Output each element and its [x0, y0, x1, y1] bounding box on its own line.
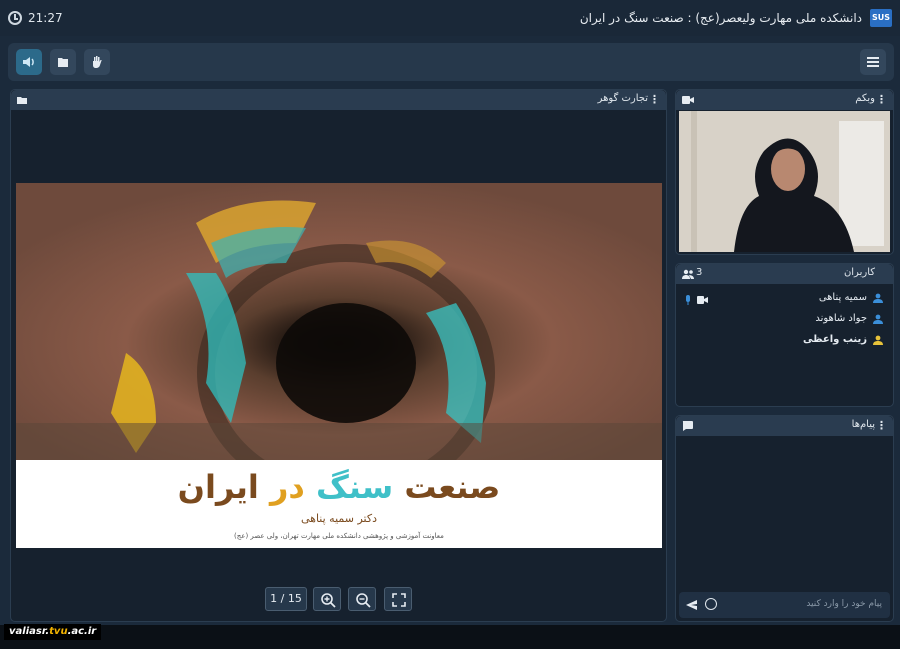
zoom-in-icon — [321, 593, 336, 608]
share-icon — [58, 58, 68, 67]
messages-options-icon[interactable]: ⋮ — [876, 419, 887, 432]
university-logo: SUS — [870, 9, 892, 27]
send-icon[interactable] — [686, 600, 697, 610]
user-icon — [873, 293, 883, 303]
user-name: زینب واعظی — [803, 334, 867, 345]
messages-panel: پیام‌ها ⋮ پیام خود را وارد کنید — [675, 415, 894, 622]
watermark-suffix: .ac.ir — [67, 626, 97, 637]
zoom-out-icon — [356, 593, 371, 608]
webcam-panel: وبکم ⋮ — [675, 89, 894, 255]
microphone-icon[interactable] — [685, 295, 691, 305]
page-indicator: 1 / 15 — [265, 587, 307, 611]
message-input-placeholder: پیام خود را وارد کنید — [806, 599, 882, 609]
users-count: 3 — [696, 267, 703, 278]
heading-word: ایران — [177, 468, 259, 506]
raise-hand-icon — [93, 56, 102, 68]
site-watermark: valiasr.tvu.ac.ir — [4, 624, 102, 640]
session-clock: 21:27 — [28, 11, 63, 25]
menu-icon — [867, 57, 879, 67]
speaker-icon — [23, 57, 34, 67]
user-name: سمیه پناهی — [818, 292, 867, 303]
clock-icon — [8, 11, 22, 25]
slide-heading: صنعت سنگ در ایران — [16, 468, 662, 506]
raise-hand-button[interactable] — [84, 49, 110, 75]
slide-caption-area: صنعت سنگ در ایران دکتر سمیه پناهی معاونت… — [16, 460, 662, 548]
presentation-header: تجارت گوهر ⋮ — [11, 90, 666, 110]
folder-icon[interactable] — [17, 95, 27, 105]
menu-button[interactable] — [860, 49, 886, 75]
heading-word: در — [269, 468, 305, 506]
chat-icon — [682, 421, 693, 431]
speaker-button[interactable] — [16, 49, 42, 75]
webcam-header: وبکم ⋮ — [676, 90, 893, 110]
room-title: دانشکده ملی مهارت ولیعصر(عج) : صنعت سنگ … — [579, 11, 862, 25]
webcam-title: وبکم — [855, 93, 875, 104]
presentation-options-icon[interactable]: ⋮ — [649, 93, 660, 106]
message-input[interactable]: پیام خود را وارد کنید — [679, 592, 890, 618]
users-panel: 3 کاربران سمیه پناهی جواد شاهوند زینب وا… — [675, 263, 894, 407]
user-icon — [873, 314, 883, 324]
users-icon — [682, 269, 694, 279]
zoom-in-button[interactable] — [313, 587, 341, 611]
share-button[interactable] — [50, 49, 76, 75]
video-camera-icon[interactable] — [697, 296, 708, 304]
fullscreen-button[interactable] — [384, 587, 412, 611]
slide-affiliation: معاونت آموزشی و پژوهشی دانشکده ملی مهارت… — [234, 532, 444, 540]
messages-title: پیام‌ها — [851, 419, 875, 430]
user-row[interactable]: زینب واعظی — [682, 332, 887, 350]
mine-tunnel-image — [16, 183, 662, 460]
emoji-icon[interactable] — [705, 598, 717, 610]
user-row[interactable]: سمیه پناهی — [682, 290, 887, 308]
user-icon — [873, 335, 883, 345]
slide: صنعت سنگ در ایران دکتر سمیه پناهی معاونت… — [16, 183, 662, 548]
slide-author: دکتر سمیه پناهی — [300, 512, 377, 525]
presentation-panel: تجارت گوهر ⋮ صنعت سنگ در ایران دکتر سمیه… — [10, 89, 667, 622]
toolbar — [8, 43, 894, 81]
presentation-title: تجارت گوهر — [597, 93, 648, 104]
users-header: 3 کاربران — [676, 264, 893, 284]
heading-word: سنگ — [315, 468, 394, 506]
camera-icon[interactable] — [682, 95, 694, 105]
watermark-prefix: valiasr. — [9, 626, 50, 637]
fullscreen-icon — [392, 593, 406, 607]
webcam-video — [679, 111, 890, 252]
watermark-highlight: tvu — [49, 626, 68, 637]
footer-bar — [0, 625, 900, 649]
heading-word: صنعت — [404, 468, 501, 506]
user-name: جواد شاهوند — [815, 313, 867, 324]
messages-header: پیام‌ها ⋮ — [676, 416, 893, 436]
user-row[interactable]: جواد شاهوند — [682, 311, 887, 329]
users-title: کاربران — [843, 267, 875, 278]
webcam-options-icon[interactable]: ⋮ — [876, 93, 887, 106]
zoom-out-button[interactable] — [348, 587, 376, 611]
